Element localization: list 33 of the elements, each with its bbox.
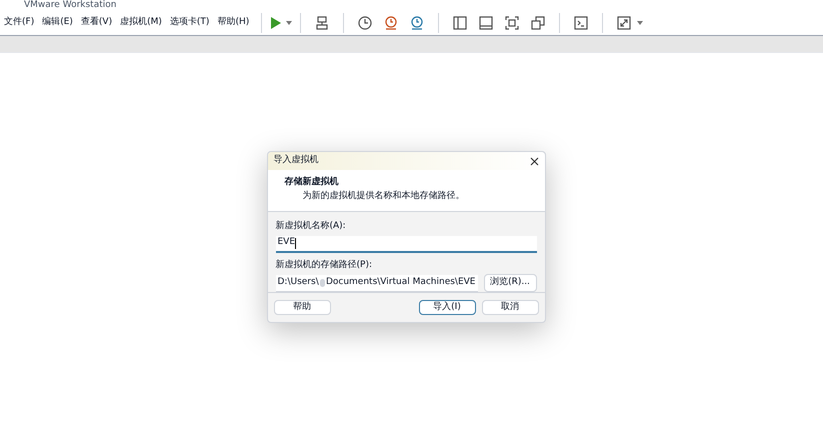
panel-layout-icon[interactable] <box>478 14 494 30</box>
windows-icon[interactable] <box>530 14 546 30</box>
name-field[interactable]: EVE <box>276 236 536 252</box>
play-icon[interactable] <box>270 16 282 30</box>
caret-icon[interactable] <box>286 20 292 24</box>
field-label: 新虚拟机名称(A): <box>276 220 347 233</box>
clock-icon[interactable] <box>409 14 426 30</box>
window-title: VMware Workstation <box>24 1 116 10</box>
browse-button[interactable]: 浏览(R)... <box>484 274 536 292</box>
terminal-icon[interactable] <box>573 14 590 30</box>
header-title: 存储新虚拟机 <box>284 176 340 189</box>
close-icon[interactable] <box>530 156 538 166</box>
path-field[interactable]: D:\Users\ Documents\Virtual Machines\EVE <box>276 274 478 292</box>
clock-icon[interactable] <box>357 14 374 30</box>
blurred-text <box>320 278 325 286</box>
sidebar-layout-icon[interactable] <box>452 14 468 30</box>
dialog-button[interactable]: 帮助 <box>274 300 330 315</box>
network-icon[interactable] <box>314 14 330 30</box>
caret-icon[interactable] <box>637 20 644 24</box>
menu-item[interactable]: 编辑(E) <box>38 16 77 30</box>
menu-item[interactable]: 查看(V) <box>76 16 116 30</box>
menu-item[interactable]: 选项卡(T) <box>166 16 214 30</box>
dialog-button[interactable]: 导入(I) <box>418 300 476 315</box>
menu-item[interactable]: 虚拟机(M) <box>116 16 166 30</box>
dialog-title: 导入虚拟机 <box>274 154 318 168</box>
dialog-button[interactable]: 取消 <box>482 300 538 315</box>
fullscreen-icon[interactable] <box>616 14 632 30</box>
clock-icon[interactable] <box>383 14 400 30</box>
menu-item[interactable]: 帮助(H) <box>213 16 254 30</box>
menu-item[interactable]: 文件(F) <box>0 16 38 30</box>
field-label: 新虚拟机的存储路径(P): <box>276 258 373 272</box>
header-subtitle: 为新的虚拟机提供名称和本地存储路径。 <box>302 190 466 202</box>
fit-screen-icon[interactable] <box>504 14 520 30</box>
